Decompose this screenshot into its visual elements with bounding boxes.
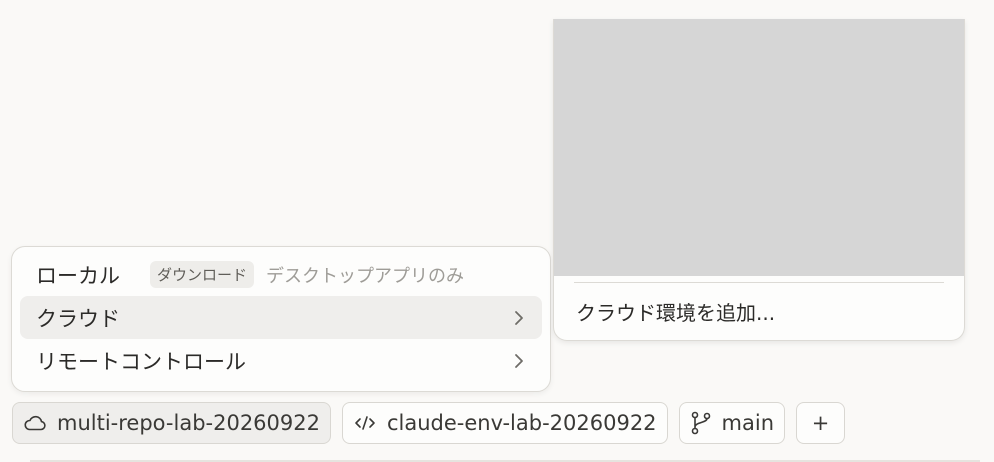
menu-item-cloud-label: クラウド <box>36 306 120 331</box>
repo-selector-button[interactable]: claude-env-lab-20260922 <box>341 402 668 444</box>
menu-item-remote-control-label: リモートコントロール <box>36 349 246 374</box>
code-icon <box>353 414 377 432</box>
menu-item-local[interactable]: ローカル ダウンロード デスクトップアプリのみ <box>20 253 542 296</box>
cloud-submenu: クラウド環境を追加... <box>553 19 965 341</box>
menu-item-remote-control[interactable]: リモートコントロール <box>20 339 542 382</box>
repo-label: claude-env-lab-20260922 <box>386 411 657 435</box>
cloud-icon <box>23 414 47 432</box>
chevron-right-icon <box>510 352 528 370</box>
menu-item-cloud[interactable]: クラウド <box>20 296 542 339</box>
environment-selector-button[interactable]: multi-repo-lab-20260922 <box>12 402 331 444</box>
session-toolbar: multi-repo-lab-20260922 claude-env-lab-2… <box>12 402 846 444</box>
download-badge[interactable]: ダウンロード <box>150 261 255 288</box>
chevron-right-icon <box>510 309 528 327</box>
plus-icon: + <box>811 411 830 435</box>
cloud-environment-list-placeholder <box>554 19 964 276</box>
environment-menu: ローカル ダウンロード デスクトップアプリのみ クラウド リモートコントロール <box>11 246 551 392</box>
branch-selector-button[interactable]: main <box>678 402 786 444</box>
desktop-only-note: デスクトップアプリのみ <box>266 265 465 287</box>
environment-label: multi-repo-lab-20260922 <box>57 411 320 435</box>
git-branch-icon <box>690 411 712 435</box>
menu-item-local-label: ローカル <box>36 263 120 288</box>
add-button[interactable]: + <box>796 402 846 444</box>
add-cloud-environment-button[interactable]: クラウド環境を追加... <box>554 283 964 340</box>
branch-label: main <box>721 411 775 435</box>
